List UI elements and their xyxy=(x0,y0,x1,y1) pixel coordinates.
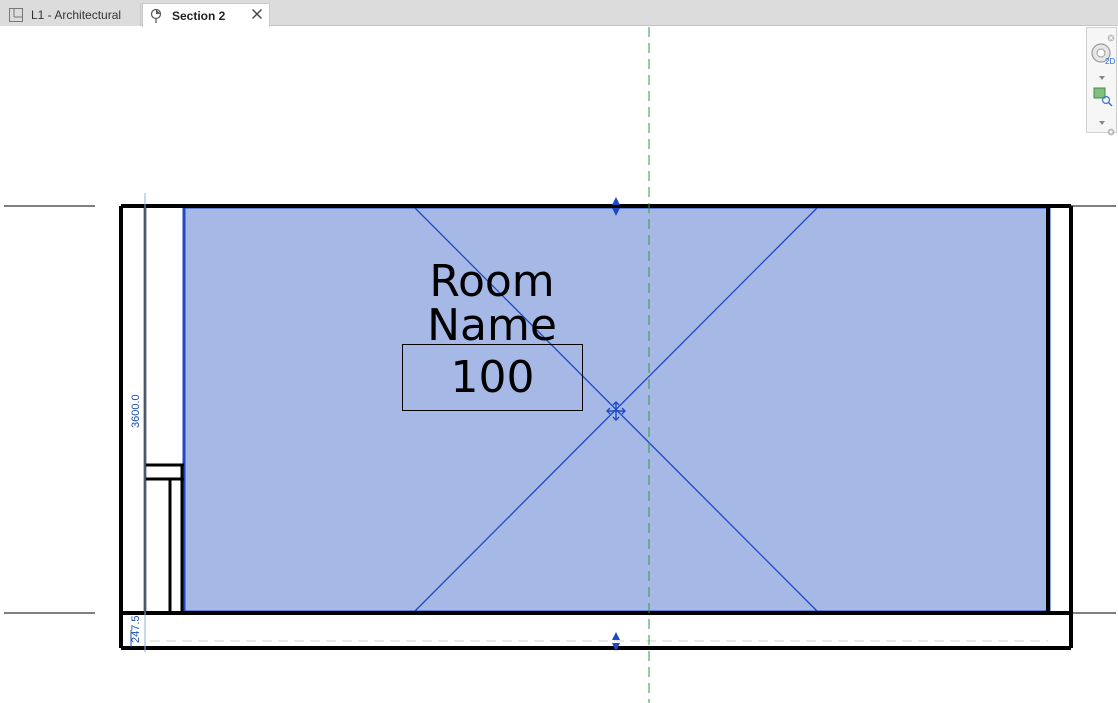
tab-l1-architectural[interactable]: L1 - Architectural xyxy=(0,3,141,26)
section-view-icon xyxy=(149,8,165,24)
chevron-down-icon[interactable] xyxy=(1099,68,1105,86)
tab-section-2[interactable]: Section 2 xyxy=(142,3,270,27)
height-dimension-label[interactable]: 3600.0 xyxy=(130,394,142,428)
tab-label: Section 2 xyxy=(172,8,226,23)
steering-wheel-2d-icon[interactable]: 2D xyxy=(1090,40,1116,71)
svg-text:2D: 2D xyxy=(1105,57,1115,66)
navigation-bar: 2D xyxy=(1086,27,1117,136)
zoom-region-icon[interactable] xyxy=(1093,87,1113,112)
chevron-down-icon[interactable] xyxy=(1099,113,1105,131)
view-tab-bar: L1 - Architectural Section 2 xyxy=(0,0,1118,27)
drawing-canvas[interactable]: Room Name 100 3600.0 247.5 xyxy=(0,27,1118,703)
settings-icon[interactable] xyxy=(1107,123,1115,141)
floor-plan-icon xyxy=(8,7,24,23)
tab-label: L1 - Architectural xyxy=(31,7,122,22)
room-name-tag[interactable]: Room Name xyxy=(360,260,624,348)
offset-dimension-label[interactable]: 247.5 xyxy=(130,615,142,643)
close-icon[interactable] xyxy=(249,6,265,22)
room-number-tag[interactable]: 100 xyxy=(402,344,583,411)
